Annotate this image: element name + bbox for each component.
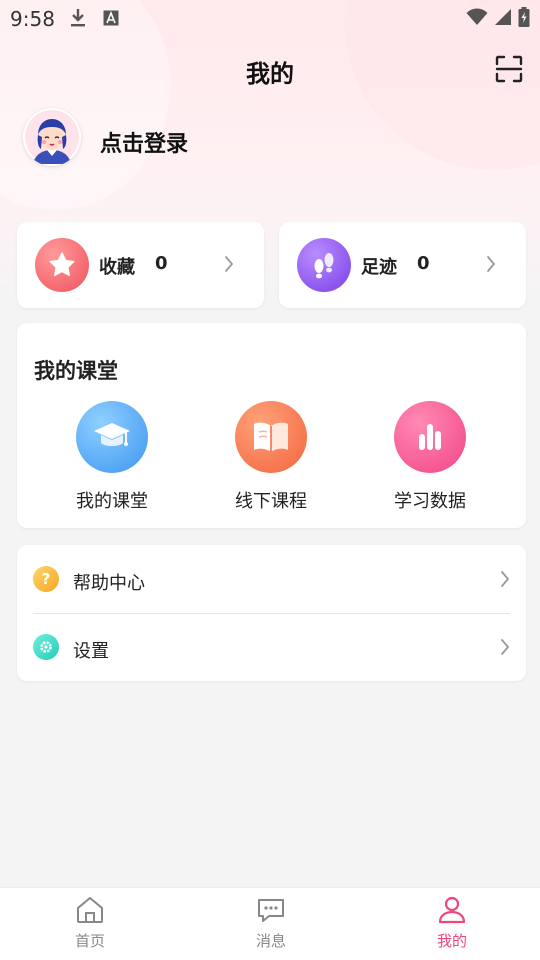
tab-home-label: 首页	[74, 932, 105, 950]
footprints-label: 足迹	[361, 257, 397, 278]
my-classroom-label: 我的课堂	[76, 491, 148, 512]
chevron-right-icon	[487, 256, 496, 272]
keyboard-a-icon	[103, 10, 119, 26]
user-icon	[438, 896, 466, 924]
scan-icon[interactable]	[494, 54, 524, 84]
offline-course-label: 线下课程	[235, 491, 307, 512]
book-icon	[235, 401, 307, 473]
tab-mine[interactable]: 我的	[392, 896, 512, 951]
avatar[interactable]	[23, 108, 81, 166]
footprint-icon	[297, 238, 351, 292]
bar-chart-icon	[394, 401, 466, 473]
download-icon	[71, 9, 85, 27]
star-icon	[35, 238, 89, 292]
chevron-right-icon	[501, 571, 510, 587]
page-title: 我的	[246, 60, 294, 88]
settings-item[interactable]: 设置	[17, 613, 526, 681]
signal-icon	[495, 9, 511, 25]
battery-icon	[518, 7, 530, 27]
tab-messages-label: 消息	[255, 932, 286, 950]
menu-card: ? 帮助中心 设置	[17, 545, 526, 681]
help-center-item[interactable]: ? 帮助中心	[17, 545, 526, 613]
footprints-count: 0	[417, 253, 430, 274]
bottom-tab-bar: 首页 消息 我的	[0, 887, 540, 960]
tab-messages[interactable]: 消息	[211, 896, 331, 951]
help-center-label: 帮助中心	[73, 573, 145, 594]
study-data-label: 学习数据	[394, 491, 466, 512]
footprints-card[interactable]: 足迹 0	[279, 222, 526, 308]
favorites-card[interactable]: 收藏 0	[17, 222, 264, 308]
classroom-title: 我的课堂	[34, 359, 118, 383]
status-bar: 9:58	[0, 0, 540, 38]
chevron-right-icon	[225, 256, 234, 272]
graduation-cap-icon	[76, 401, 148, 473]
my-classroom-button[interactable]: 我的课堂	[52, 401, 172, 513]
favorites-label: 收藏	[99, 257, 135, 278]
tab-mine-label: 我的	[436, 932, 467, 950]
classroom-card: 我的课堂 我的课堂 线下课程 学习数据	[17, 323, 526, 528]
avatar-illustration-icon	[25, 110, 79, 164]
message-icon	[258, 899, 284, 922]
home-icon	[77, 897, 103, 923]
status-time: 9:58	[10, 7, 55, 31]
settings-label: 设置	[73, 641, 109, 662]
login-link[interactable]: 点击登录	[100, 126, 188, 158]
wifi-icon	[466, 8, 488, 25]
settings-icon	[33, 634, 59, 660]
question-icon: ?	[33, 566, 59, 592]
offline-course-button[interactable]: 线下课程	[211, 401, 331, 513]
tab-home[interactable]: 首页	[30, 896, 150, 951]
favorites-count: 0	[155, 253, 168, 274]
chevron-right-icon	[501, 639, 510, 655]
study-data-button[interactable]: 学习数据	[370, 401, 490, 513]
